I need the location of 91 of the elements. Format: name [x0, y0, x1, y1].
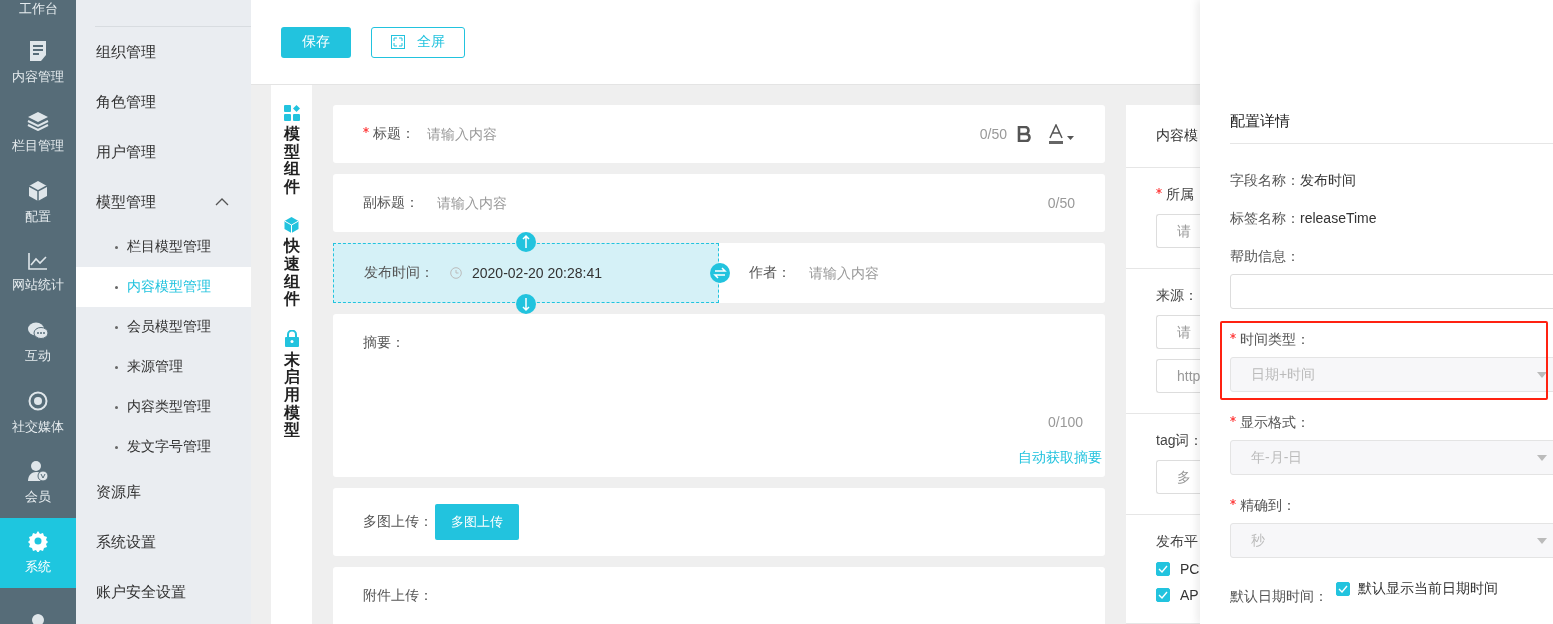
line-chart-icon: [28, 252, 48, 270]
font-color-icon[interactable]: [1049, 124, 1075, 144]
member-icon: [27, 460, 49, 482]
section-heading: 内容模: [1156, 127, 1199, 145]
submenu-item[interactable]: 内容类型管理: [76, 387, 251, 427]
field-label: 显示格式：: [1230, 414, 1553, 432]
nav-item[interactable]: 网站统计: [0, 238, 76, 308]
field-label: 发布时间：: [364, 264, 434, 282]
checkbox-label: AP: [1180, 587, 1199, 603]
resize-handle-icon[interactable]: [516, 294, 536, 314]
clock-icon: [450, 267, 462, 279]
input-field[interactable]: http: [1156, 359, 1200, 393]
info-label: 字段名称：: [1230, 172, 1300, 188]
field-area[interactable]: 作者： 请输入内容: [719, 243, 1105, 303]
input-field[interactable]: [1230, 274, 1553, 309]
menu-item[interactable]: 模型管理: [76, 177, 251, 227]
submenu-item[interactable]: 栏目模型管理: [76, 227, 251, 267]
field-label: 作者：: [749, 264, 791, 282]
nav-item[interactable]: 配置: [0, 168, 76, 238]
swap-handle-icon[interactable]: [710, 263, 730, 283]
nav-item[interactable]: 内容管理: [0, 28, 76, 98]
dropdown-caret-icon: [1537, 537, 1547, 544]
checkbox-label: PC: [1180, 561, 1200, 577]
submenu-item[interactable]: 发文字号管理: [76, 427, 251, 467]
field-label: 精确到：: [1230, 497, 1553, 515]
field-label: 发布平: [1156, 533, 1199, 551]
checkbox[interactable]: [1336, 582, 1350, 596]
input-field[interactable]: 请: [1156, 214, 1200, 248]
grid-icon: [283, 105, 300, 121]
menu-item[interactable]: 系统设置: [76, 517, 251, 567]
char-counter: 0/50: [1047, 195, 1075, 211]
cube-icon: [284, 217, 299, 234]
orbit-icon: [27, 390, 49, 412]
field-label: 时间类型：: [1230, 331, 1553, 349]
field-label: tag词：: [1156, 432, 1200, 450]
menu-item[interactable]: 组织管理: [76, 27, 251, 77]
tab-label[interactable]: 末启用模型: [283, 350, 300, 439]
dropdown-caret-icon: [1537, 371, 1547, 378]
bold-icon[interactable]: [1017, 126, 1031, 142]
required-icon: [1156, 188, 1162, 194]
required-icon: [363, 127, 369, 133]
selected-field-area[interactable]: 发布时间： 2020-02-20 20:28:41: [333, 243, 719, 303]
nav-label[interactable]: 工作台: [18, 0, 58, 18]
fullscreen-icon: [391, 35, 405, 49]
input-field[interactable]: 请: [1156, 315, 1200, 349]
nav-item[interactable]: 会员: [0, 448, 76, 518]
nav-item[interactable]: 栏目管理: [0, 98, 76, 168]
checkbox[interactable]: [1156, 562, 1170, 576]
chat-icon: [27, 321, 49, 341]
required-icon: [1230, 416, 1236, 422]
info-value: 发布时间: [1300, 172, 1356, 188]
input-field[interactable]: 请输入内容: [425, 125, 970, 143]
document-icon: [28, 40, 48, 62]
submenu-item[interactable]: 会员模型管理: [76, 307, 251, 347]
menu-item[interactable]: 资源库: [76, 467, 251, 517]
required-icon: [1230, 333, 1236, 339]
date-value[interactable]: 2020-02-20 20:28:41: [472, 265, 602, 281]
nav-item[interactable]: 社交媒体: [0, 378, 76, 448]
submenu-item[interactable]: 来源管理: [76, 347, 251, 387]
required-icon: [1230, 499, 1236, 505]
info-value: releaseTime: [1300, 210, 1377, 226]
menu-item[interactable]: 角色管理: [76, 77, 251, 127]
field-label: 标题：: [363, 125, 415, 143]
checkbox[interactable]: [1156, 588, 1170, 602]
field-label: 多图上传：: [363, 513, 433, 531]
resize-handle-icon[interactable]: [516, 232, 536, 252]
field-label: 帮助信息：: [1230, 248, 1301, 266]
dropdown-caret-icon: [1537, 454, 1547, 461]
cube-icon: [28, 180, 48, 202]
field-label: 摘要：: [363, 334, 405, 352]
input-field[interactable]: 多: [1156, 460, 1200, 494]
layers-icon: [27, 111, 49, 131]
field-label: 来源：: [1156, 287, 1199, 305]
tab-label[interactable]: 快速组件: [283, 237, 300, 308]
field-label: 所属: [1156, 186, 1200, 204]
field-label: 附件上传：: [363, 587, 433, 605]
checkbox-label: 默认显示当前日期时间: [1358, 580, 1498, 598]
tab-label[interactable]: 模型组件: [283, 125, 300, 196]
field-label: 副标题：: [363, 194, 419, 212]
info-label: 标签名称：: [1230, 210, 1300, 226]
field-label: 默认日期时间：: [1230, 587, 1328, 606]
lock-icon: [284, 329, 299, 347]
char-counter: 0/100: [1047, 414, 1083, 430]
char-counter: 0/50: [979, 126, 1007, 142]
input-field[interactable]: 请输入内容: [807, 264, 1011, 282]
input-field[interactable]: 请输入内容: [435, 194, 1032, 212]
menu-item[interactable]: 用户管理: [76, 127, 251, 177]
drawer-title: 配置详情: [1230, 112, 1290, 129]
settings-icon: [27, 530, 49, 552]
menu-item[interactable]: 账户安全设置: [76, 567, 251, 617]
nav-item[interactable]: 互动: [0, 308, 76, 378]
